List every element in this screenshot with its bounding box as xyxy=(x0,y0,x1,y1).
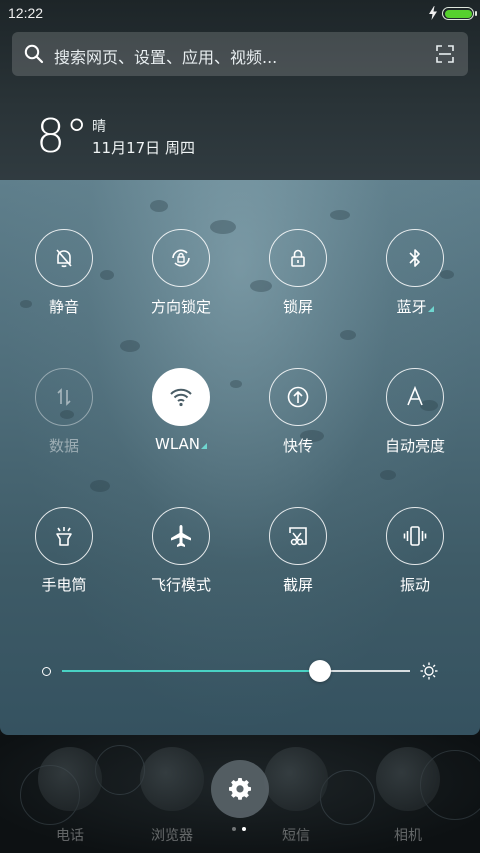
toggle-auto-brightness-label: 自动亮度 xyxy=(384,437,445,455)
mobile-data-icon xyxy=(57,388,71,406)
toggle-mute[interactable]: 静音 xyxy=(9,229,119,329)
dock-label-phone: 电话 xyxy=(56,828,84,844)
battery-fill xyxy=(444,9,472,18)
toggle-mobile-data-label: 数据 xyxy=(48,437,79,455)
toggle-wlan[interactable]: WLAN xyxy=(126,368,236,468)
lock-icon xyxy=(291,249,305,267)
brightness-slider[interactable] xyxy=(40,658,440,684)
search-placeholder: 搜索网页、设置、应用、视频... xyxy=(54,48,278,67)
toggle-flashlight-button[interactable] xyxy=(35,507,93,565)
toggle-airplane-mode-button[interactable] xyxy=(152,507,210,565)
toggle-rotation-lock[interactable]: 方向锁定 xyxy=(126,229,236,329)
page-dot xyxy=(242,827,246,831)
screenshot-icon xyxy=(289,527,307,546)
airplane-icon xyxy=(171,525,191,547)
toggle-vibrate-label: 振动 xyxy=(399,576,430,594)
toggle-flashlight[interactable]: 手电筒 xyxy=(9,507,119,607)
brightness-high-icon xyxy=(420,662,438,680)
vibrate-icon xyxy=(403,526,427,546)
toggle-screenshot-button[interactable] xyxy=(269,507,327,565)
status-bar: 12:22 xyxy=(0,0,480,28)
toggle-rotation-lock-button[interactable] xyxy=(152,229,210,287)
status-time: 12:22 xyxy=(8,5,44,21)
toggle-bluetooth-label: 蓝牙 xyxy=(360,296,470,317)
search-icon xyxy=(24,44,44,64)
toggle-airplane-mode[interactable]: 飞行模式 xyxy=(126,507,236,607)
toggle-bluetooth-button[interactable] xyxy=(386,229,444,287)
dock-app-phone[interactable] xyxy=(38,747,102,811)
brightness-low-icon xyxy=(42,667,51,676)
search-bar[interactable]: 搜索网页、设置、应用、视频... xyxy=(12,32,468,76)
toggle-mute-button[interactable] xyxy=(35,229,93,287)
bell-off-icon xyxy=(56,249,72,268)
toggle-screenshot-label: 截屏 xyxy=(282,576,313,594)
toggle-lock-screen-button[interactable] xyxy=(269,229,327,287)
toggle-vibrate[interactable]: 振动 xyxy=(360,507,470,607)
date-label: 11月17日 周四 xyxy=(92,139,195,157)
dock-app-messages[interactable] xyxy=(264,747,328,811)
more-options-indicator xyxy=(201,443,207,449)
dock-label-camera: 相机 xyxy=(394,828,422,844)
settings-button[interactable] xyxy=(211,760,269,818)
toggle-flashlight-label: 手电筒 xyxy=(41,576,87,594)
toggle-auto-brightness-button[interactable] xyxy=(386,368,444,426)
brightness-thumb[interactable] xyxy=(308,660,331,682)
page-indicator xyxy=(232,827,248,833)
toggle-mobile-data[interactable]: 数据 xyxy=(9,368,119,468)
toggle-bluetooth[interactable]: 蓝牙 xyxy=(360,229,470,329)
toggle-quick-transfer-label: 快传 xyxy=(282,437,313,455)
toggle-airplane-mode-label: 飞行模式 xyxy=(150,576,211,594)
toggle-mute-label: 静音 xyxy=(48,298,79,316)
gear-icon xyxy=(229,778,251,800)
toggle-wlan-button[interactable] xyxy=(152,368,210,426)
rotation-lock-icon xyxy=(172,249,190,267)
page-dot xyxy=(232,827,236,831)
toggle-quick-transfer[interactable]: 快传 xyxy=(243,368,353,468)
toggle-auto-brightness[interactable]: 自动亮度 xyxy=(360,368,470,468)
toggle-lock-screen-label: 锁屏 xyxy=(282,298,313,316)
toggle-rotation-lock-label: 方向锁定 xyxy=(150,298,211,316)
bluetooth-icon xyxy=(409,249,420,267)
brightness-track-fill xyxy=(62,670,320,672)
wifi-icon xyxy=(170,388,192,407)
charging-icon xyxy=(429,6,437,20)
dock-label-browser: 浏览器 xyxy=(151,828,193,844)
quick-transfer-icon xyxy=(287,386,309,408)
toggle-lock-screen[interactable]: 锁屏 xyxy=(243,229,353,329)
flashlight-icon xyxy=(56,527,72,546)
auto-brightness-icon xyxy=(407,385,423,406)
dock-app-browser[interactable] xyxy=(140,747,204,811)
dock-app-camera[interactable] xyxy=(376,747,440,811)
temperature[interactable]: 8° xyxy=(36,108,88,164)
battery-icon xyxy=(442,7,477,20)
scan-icon[interactable] xyxy=(436,45,454,63)
toggle-mobile-data-button[interactable] xyxy=(35,368,93,426)
weather-condition: 晴 xyxy=(92,119,106,135)
more-options-indicator xyxy=(427,306,434,312)
toggle-wlan-label: WLAN xyxy=(126,435,236,453)
toggle-vibrate-button[interactable] xyxy=(386,507,444,565)
toggle-screenshot[interactable]: 截屏 xyxy=(243,507,353,607)
dock-label-messages: 短信 xyxy=(282,828,310,844)
toggle-quick-transfer-button[interactable] xyxy=(269,368,327,426)
